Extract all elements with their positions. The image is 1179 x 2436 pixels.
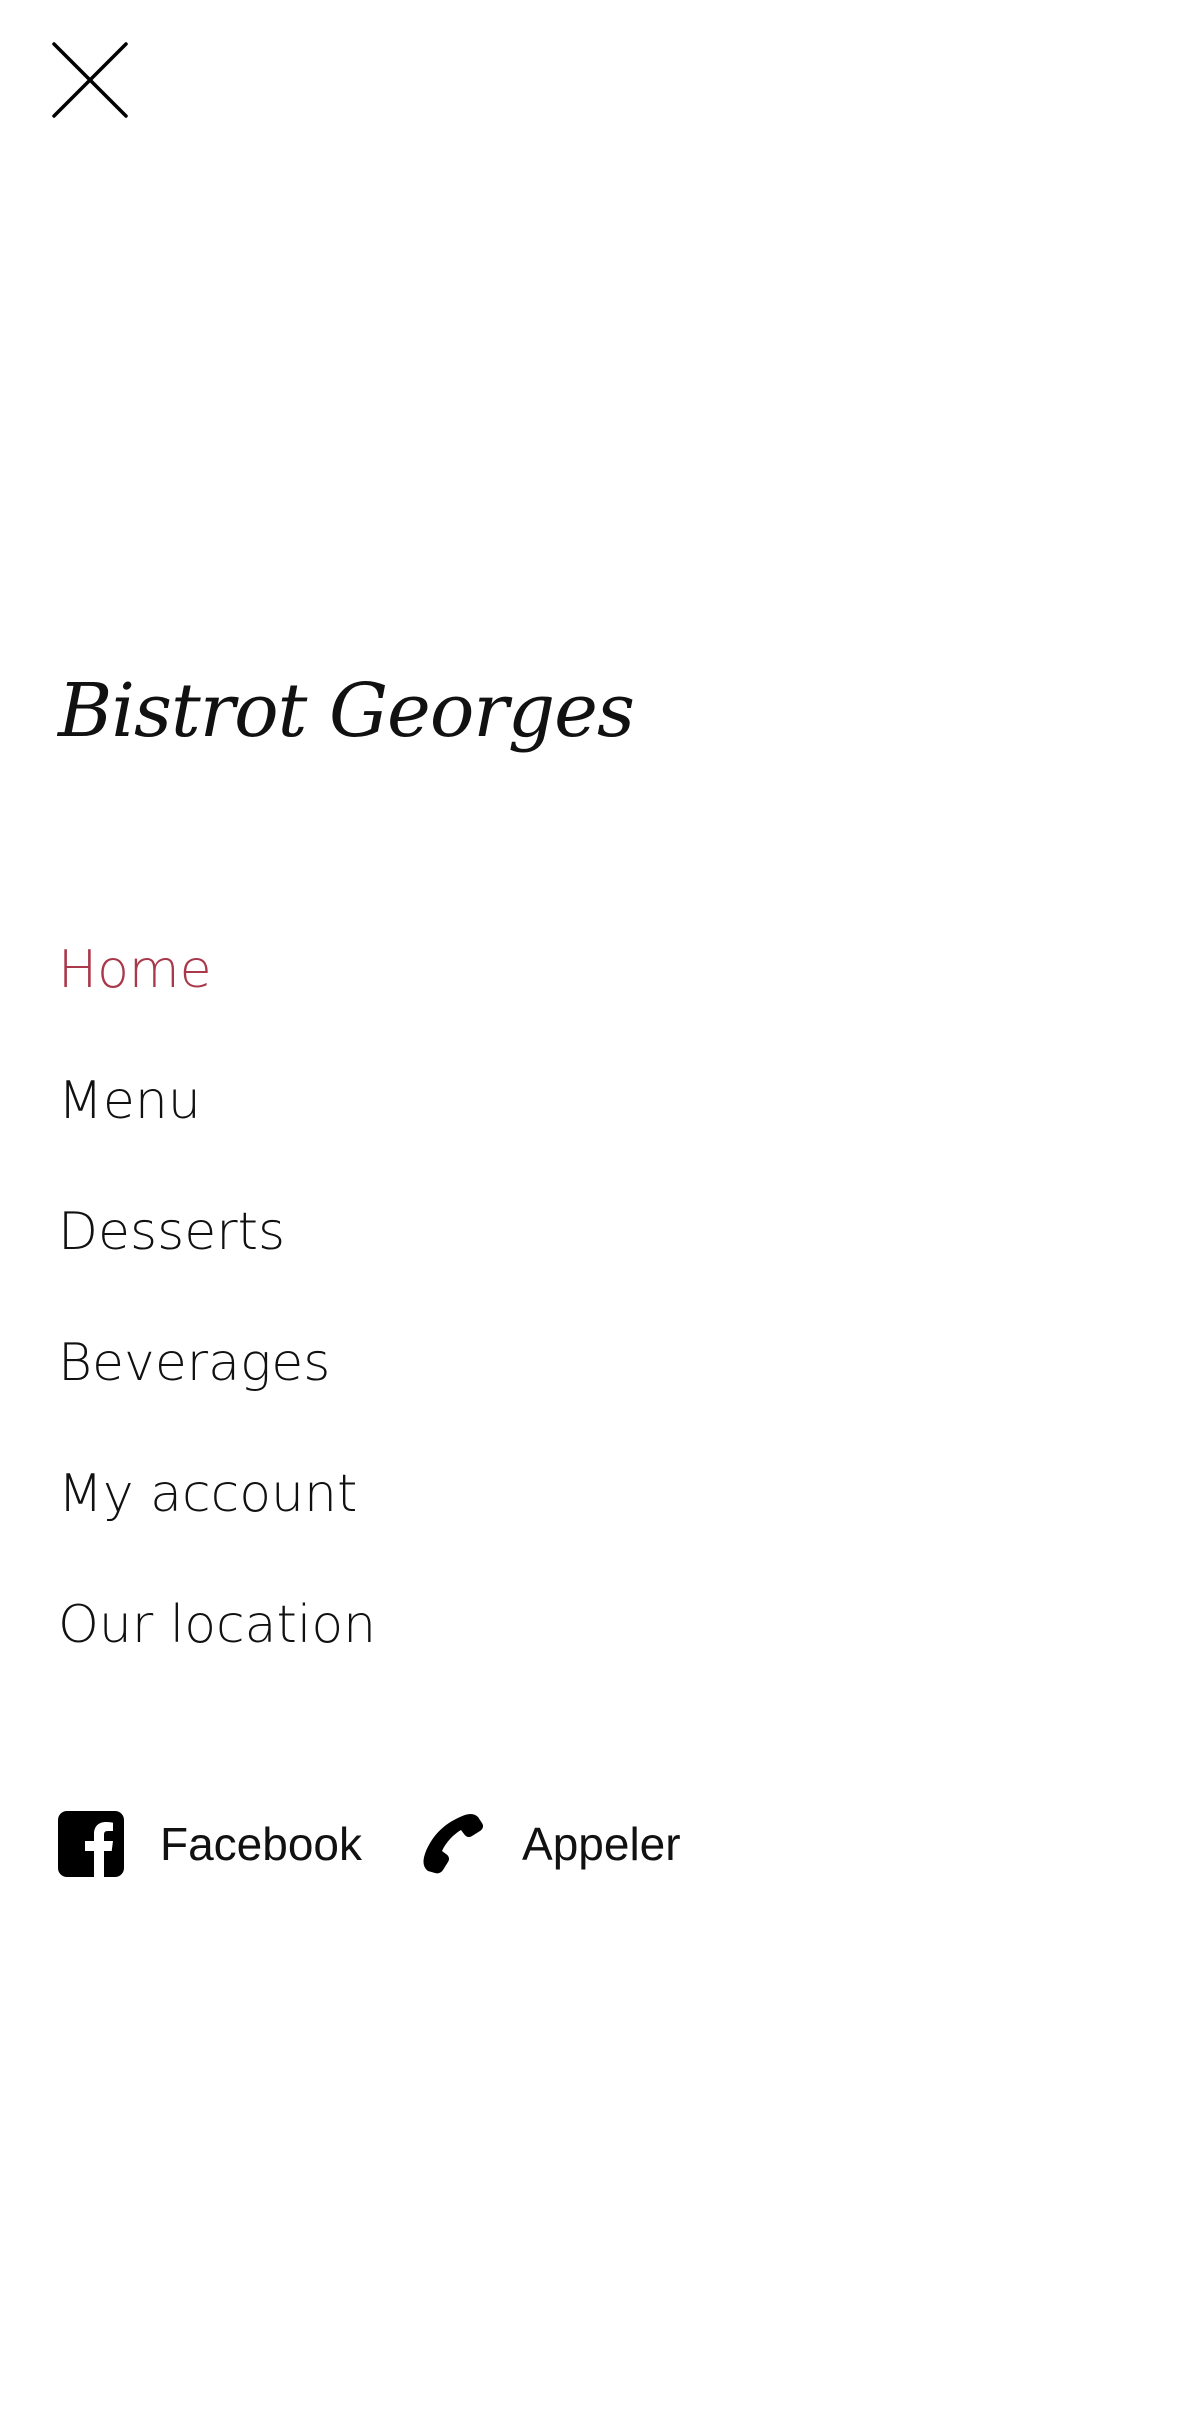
- phone-icon: [420, 1811, 486, 1877]
- close-button[interactable]: [40, 30, 140, 130]
- nav-item-beverages[interactable]: Beverages: [58, 1298, 376, 1429]
- nav-item-my-account[interactable]: My account: [58, 1429, 376, 1560]
- facebook-label: Facebook: [160, 1818, 363, 1870]
- close-icon: [52, 42, 128, 118]
- nav-item-home[interactable]: Home: [58, 905, 376, 1036]
- contact-links: Facebook Appeler: [58, 1810, 739, 1878]
- facebook-link[interactable]: Facebook: [58, 1811, 362, 1877]
- call-link[interactable]: Appeler: [420, 1811, 681, 1877]
- nav-item-our-location[interactable]: Our location: [58, 1560, 376, 1691]
- nav-item-menu[interactable]: Menu: [58, 1036, 376, 1167]
- call-label: Appeler: [522, 1818, 681, 1870]
- main-navigation: Home Menu Desserts Beverages My account …: [58, 905, 376, 1691]
- facebook-icon: [58, 1811, 124, 1877]
- nav-item-desserts[interactable]: Desserts: [58, 1167, 376, 1298]
- brand-logo[interactable]: Bistrot Georges: [58, 668, 635, 754]
